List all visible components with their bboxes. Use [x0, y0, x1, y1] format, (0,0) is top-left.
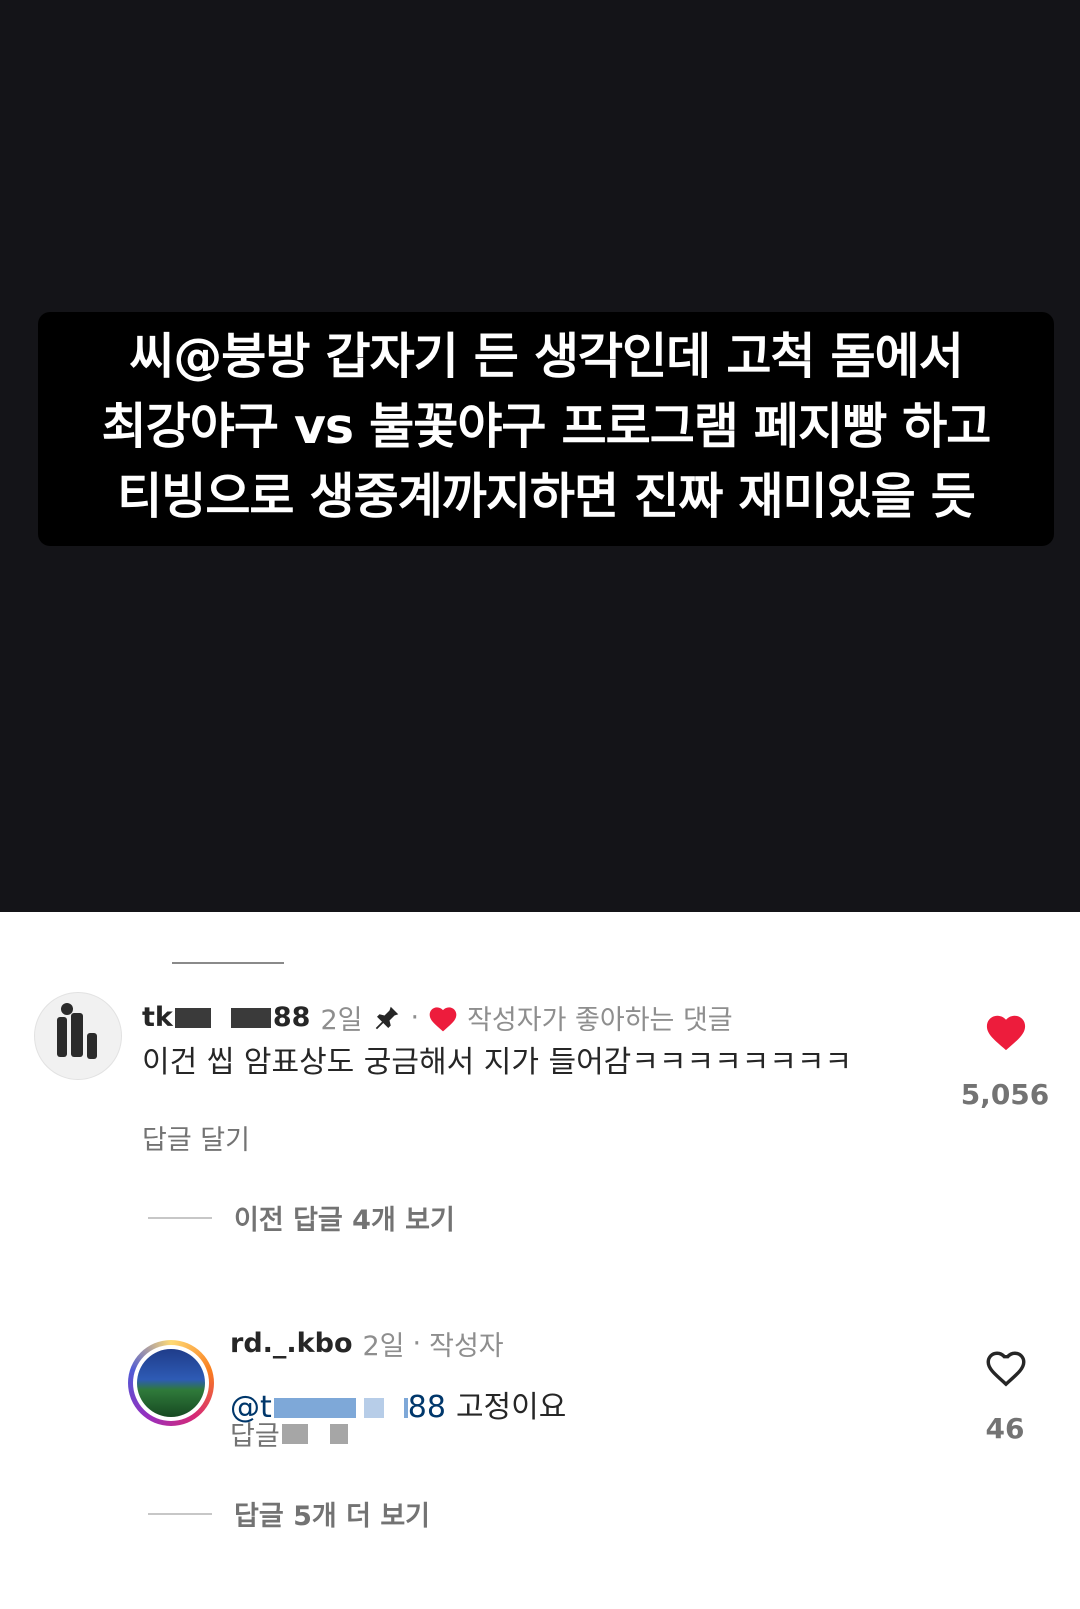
author-label: 작성자 [429, 1331, 504, 1362]
divider [148, 1216, 212, 1219]
redaction [281, 1423, 308, 1444]
reply-time: 2일 [362, 1331, 405, 1362]
reply-body: 고정이요 [455, 1390, 567, 1425]
heart-filled-icon [429, 1006, 457, 1031]
redaction [211, 1008, 231, 1028]
avatar[interactable] [128, 1340, 214, 1426]
comment-text: 이건 씹 암표상도 궁금해서 지가 들어감ㅋㅋㅋㅋㅋㅋㅋㅋ [142, 1045, 853, 1080]
liked-by-author-label: 작성자가 좋아하는 댓글 [467, 1005, 733, 1036]
like-count: 5,056 [960, 1078, 1050, 1111]
reply-button[interactable]: 답글 달기 [142, 1118, 250, 1157]
caption-line-3: 티빙으로 생중계까지하면 진짜 재미있을 듯 [117, 468, 976, 525]
caption-line-1: 씨@붕방 갑자기 든 생각인데 고척 돔에서 [129, 328, 964, 385]
redaction [363, 1398, 384, 1418]
redaction [174, 1007, 211, 1028]
view-previous-replies-button[interactable]: 이전 답글 4개 보기 [148, 1198, 455, 1237]
heart-outline-icon[interactable] [983, 1346, 1029, 1388]
comment-username-prefix[interactable]: tk [142, 1002, 173, 1033]
heart-filled-icon[interactable] [983, 1010, 1029, 1052]
meta-separator: · [410, 1002, 420, 1033]
comment-time: 2일 [320, 1005, 363, 1036]
comment-username-suffix[interactable]: 88 [273, 1002, 311, 1033]
divider [148, 1512, 212, 1515]
meta-separator: · [412, 1328, 422, 1359]
redaction [329, 1423, 348, 1444]
reply-meta: rd._.kbo 2일 · 작성자 [230, 1324, 504, 1363]
story-caption: 씨@붕방 갑자기 든 생각인데 고척 돔에서 최강야구 vs 불꽃야구 프로그램… [38, 312, 1054, 546]
comments-sheet: tk 88 2일 · 작성자가 좋아하는 댓글 이건 씹 암표상도 궁금해서 지… [0, 912, 1080, 1609]
story-background: 씨@붕방 갑자기 든 생각인데 고척 돔에서 최강야구 vs 불꽃야구 프로그램… [0, 0, 1080, 912]
pin-icon [376, 1006, 399, 1029]
sheet-handle[interactable] [172, 962, 284, 964]
reply-label: 답글 [230, 1421, 280, 1452]
view-previous-replies-label: 이전 답글 4개 보기 [234, 1205, 455, 1236]
like-count: 46 [985, 1412, 1025, 1445]
avatar[interactable] [34, 992, 122, 1080]
reply-username[interactable]: rd._.kbo [230, 1328, 353, 1359]
caption-line-2: 최강야구 vs 불꽃야구 프로그램 페지빵 하고 [101, 398, 992, 455]
comment-meta: tk 88 2일 · 작성자가 좋아하는 댓글 [142, 998, 733, 1037]
avatar-image [137, 1349, 205, 1417]
redaction [230, 1007, 271, 1028]
view-more-replies-button[interactable]: 답글 5개 더 보기 [148, 1494, 430, 1533]
reply-button[interactable]: 답글 [230, 1414, 348, 1453]
mention-suffix[interactable]: 88 [408, 1387, 446, 1429]
view-more-replies-label: 답글 5개 더 보기 [234, 1501, 431, 1532]
